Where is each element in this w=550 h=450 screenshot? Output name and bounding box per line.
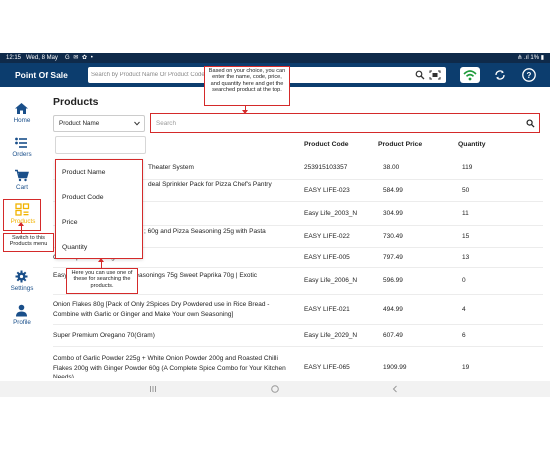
orders-list-icon bbox=[15, 137, 27, 148]
barcode-scan-icon[interactable] bbox=[429, 70, 441, 80]
home-icon bbox=[15, 103, 28, 114]
annotation-arrowhead bbox=[98, 258, 104, 262]
page-title: Products bbox=[53, 96, 99, 108]
dropdown-option-product-code[interactable]: Product Code bbox=[56, 185, 142, 210]
sidebar-item-label: Profile bbox=[13, 319, 31, 326]
filter-dropdown-menu: Product Name Product Code Price Quantity bbox=[55, 159, 143, 259]
products-annotation: Switch to this Products menu bbox=[3, 233, 54, 252]
notification-icons: G ✉ ✿ • bbox=[65, 55, 94, 61]
product-quantity-cell: 19 bbox=[462, 364, 470, 371]
column-header-price: Product Price bbox=[378, 141, 423, 148]
product-name-cell: Onion Flakes 80g [Pack of Only 2Spices D… bbox=[53, 301, 270, 318]
product-price-cell: 596.99 bbox=[383, 277, 403, 284]
sidebar-item-products[interactable]: Products bbox=[3, 199, 41, 231]
product-name-cell: Super Premium Oregano 70(Gram) bbox=[53, 332, 155, 339]
sidebar-item-orders[interactable]: Orders bbox=[0, 133, 44, 165]
sidebar-item-label: Cart bbox=[16, 184, 28, 191]
dropdown-option-product-name[interactable]: Product Name bbox=[56, 160, 142, 185]
settings-gear-icon bbox=[15, 270, 28, 283]
product-code-cell: 253915103357 bbox=[304, 164, 348, 171]
system-nav-bar bbox=[0, 381, 550, 397]
product-quantity-cell: 119 bbox=[462, 164, 473, 171]
sidebar-item-settings[interactable]: Settings bbox=[0, 267, 44, 299]
search-icon[interactable] bbox=[526, 119, 535, 128]
product-price-cell: 1909.99 bbox=[383, 364, 407, 371]
filter-annotation: Here you can use one of these for search… bbox=[66, 268, 138, 294]
product-price-cell: 607.49 bbox=[383, 332, 403, 339]
product-quantity-cell: 50 bbox=[462, 187, 470, 194]
dropdown-option-quantity[interactable]: Quantity bbox=[56, 235, 142, 260]
home-circle-icon[interactable] bbox=[270, 384, 280, 394]
column-header-code: Product Code bbox=[304, 141, 349, 148]
product-price-cell: 494.99 bbox=[383, 306, 403, 313]
annotation-arrowhead bbox=[18, 222, 24, 226]
status-time: 12:15 bbox=[6, 55, 22, 61]
help-icon: ? bbox=[522, 68, 536, 82]
annotation-arrow bbox=[21, 225, 22, 233]
product-code-cell: EASY LIFE-065 bbox=[304, 364, 350, 371]
product-search-input[interactable] bbox=[156, 115, 506, 131]
product-search-bar[interactable] bbox=[150, 113, 540, 133]
product-price-cell: 584.99 bbox=[383, 187, 403, 194]
product-quantity-cell: 15 bbox=[462, 233, 470, 240]
sync-icon bbox=[495, 70, 505, 80]
search-annotation: Based on your choice, you can enter the … bbox=[204, 66, 290, 106]
product-quantity-cell: 11 bbox=[462, 210, 469, 217]
product-price-cell: 304.99 bbox=[383, 210, 403, 217]
help-button[interactable]: ? bbox=[520, 67, 538, 83]
wifi-button[interactable] bbox=[460, 67, 480, 83]
product-code-cell: Easy Life_2003_N bbox=[304, 210, 358, 217]
column-header-quantity: Quantity bbox=[458, 141, 486, 148]
product-quantity-cell: 13 bbox=[462, 254, 470, 261]
sync-button[interactable] bbox=[490, 67, 510, 83]
status-indicators: ⋔ .ıl 1% ▮ bbox=[517, 55, 544, 61]
back-icon[interactable] bbox=[390, 384, 400, 394]
product-quantity-cell: 0 bbox=[462, 277, 466, 284]
table-row[interactable]: Super Premium Oregano 70(Gram) Easy Life… bbox=[53, 325, 543, 347]
dropdown-option-price[interactable]: Price bbox=[56, 210, 142, 235]
annotation-arrowhead bbox=[242, 110, 248, 114]
product-code-cell: Easy Life_2029_N bbox=[304, 332, 358, 339]
search-icon[interactable] bbox=[415, 70, 425, 80]
product-quantity-cell: 4 bbox=[462, 306, 466, 313]
annotation-arrow bbox=[101, 261, 102, 268]
sidebar-item-label: Home bbox=[13, 117, 31, 124]
product-name-cell: deal Sprinkler Pack for Pizza Chef's Pan… bbox=[148, 181, 272, 188]
filter-selected-value: Product Name bbox=[59, 120, 100, 127]
screenshot-canvas: 12:15 Wed, 8 May G ✉ ✿ • ⋔ .ıl 1% ▮ Poin… bbox=[0, 0, 550, 450]
product-price-cell: 797.49 bbox=[383, 254, 403, 261]
chevron-down-icon bbox=[134, 121, 140, 126]
dropdown-filter-input[interactable] bbox=[55, 136, 146, 154]
product-name-cell: ; 60g and Pizza Seasoning 25g with Pasta bbox=[144, 228, 266, 235]
products-grid-icon bbox=[15, 203, 30, 216]
product-quantity-cell: 6 bbox=[462, 332, 466, 339]
product-code-cell: EASY LIFE-022 bbox=[304, 233, 350, 240]
product-price-cell: 730.49 bbox=[383, 233, 403, 240]
product-code-cell: EASY LIFE-023 bbox=[304, 187, 350, 194]
product-name-cell: Combo of Garlic Powder 225g + White Onio… bbox=[53, 355, 286, 378]
sidebar-item-cart[interactable]: Cart bbox=[0, 166, 44, 198]
sidebar-item-label: Orders bbox=[12, 151, 32, 158]
profile-icon bbox=[16, 304, 27, 317]
table-row[interactable]: Onion Flakes 80g [Pack of Only 2Spices D… bbox=[53, 295, 543, 325]
cart-icon bbox=[15, 169, 29, 182]
table-row[interactable]: Combo of Garlic Powder 225g + White Onio… bbox=[53, 347, 543, 378]
status-date: Wed, 8 May bbox=[26, 55, 58, 61]
tablet-screen: 12:15 Wed, 8 May G ✉ ✿ • ⋔ .ıl 1% ▮ Poin… bbox=[0, 53, 550, 397]
recent-apps-icon[interactable] bbox=[148, 384, 158, 394]
sidebar-item-home[interactable]: Home bbox=[0, 99, 44, 131]
sidebar-item-label: Settings bbox=[10, 285, 34, 292]
filter-select[interactable]: Product Name bbox=[53, 115, 145, 132]
wifi-icon bbox=[463, 70, 477, 81]
app-title: Point Of Sale bbox=[15, 70, 68, 80]
product-price-cell: 38.00 bbox=[383, 164, 400, 171]
product-code-cell: EASY LIFE-005 bbox=[304, 254, 350, 261]
sidebar-item-profile[interactable]: Profile bbox=[0, 301, 44, 333]
svg-text:?: ? bbox=[527, 71, 532, 80]
status-bar: 12:15 Wed, 8 May G ✉ ✿ • ⋔ .ıl 1% ▮ bbox=[0, 53, 550, 63]
product-code-cell: EASY LIFE-021 bbox=[304, 306, 350, 313]
product-code-cell: Easy Life_2006_N bbox=[304, 277, 358, 284]
